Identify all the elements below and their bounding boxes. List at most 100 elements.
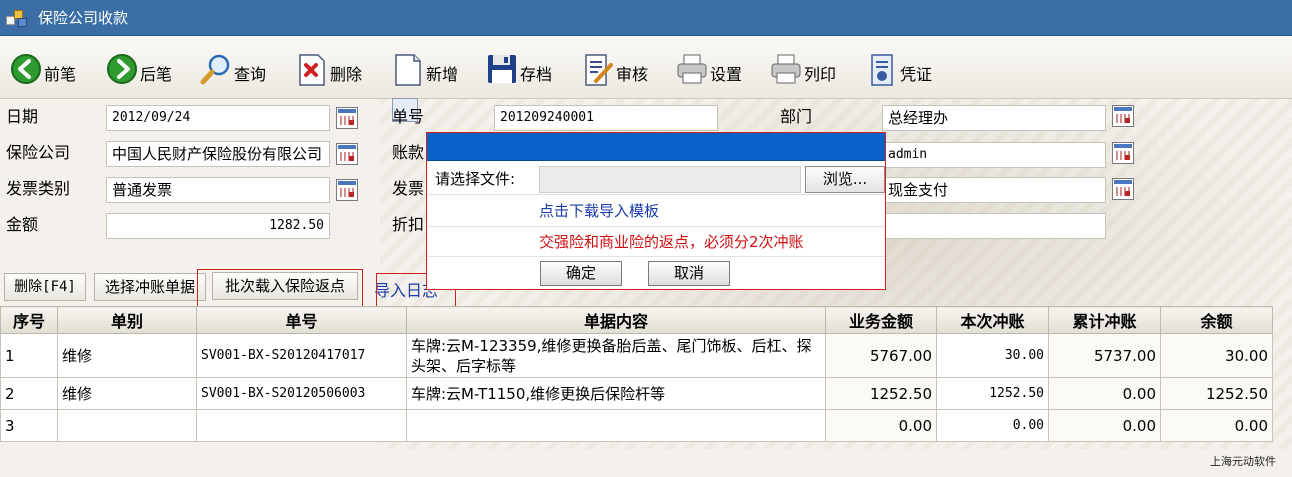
operator-field[interactable]: admin	[882, 142, 1106, 168]
col-header-amount[interactable]: 业务金额	[825, 306, 937, 334]
insurer-lookup-icon[interactable]	[336, 143, 358, 165]
printer-icon	[771, 54, 801, 84]
delete-button[interactable]: 删除	[296, 47, 362, 87]
prev-button[interactable]: 前笔	[10, 47, 76, 87]
voucher-button[interactable]: 凭证	[866, 47, 932, 87]
dept-lookup-icon[interactable]	[1112, 105, 1134, 127]
cell-balance[interactable]: 30.00	[1160, 333, 1273, 378]
cell-balance[interactable]: 1252.50	[1160, 377, 1273, 410]
col-header-this-offset[interactable]: 本次冲账	[936, 306, 1049, 334]
new-document-icon	[395, 54, 421, 86]
col-header-no[interactable]: 单号	[196, 306, 407, 334]
invoice-label: 发票	[392, 179, 425, 198]
doc-no-field[interactable]: 201209240001	[494, 105, 718, 131]
query-label: 查询	[234, 65, 267, 84]
select-offset-button[interactable]: 选择冲账单据	[94, 273, 206, 301]
voucher-icon	[871, 54, 893, 86]
cell-type[interactable]: 维修	[57, 333, 197, 378]
batch-load-button[interactable]: 批次载入保险返点	[212, 272, 358, 300]
ok-button[interactable]: 确定	[540, 261, 622, 286]
col-header-balance[interactable]: 余额	[1160, 306, 1273, 334]
query-button[interactable]: 查询	[200, 47, 266, 87]
file-label: 请选择文件:	[435, 170, 516, 188]
payment-method-field[interactable]: 现金支付	[882, 177, 1106, 203]
add-label: 新增	[426, 65, 459, 84]
delete-f4-button[interactable]: 删除[F4]	[4, 273, 86, 301]
invoice-type-field[interactable]: 普通发票	[106, 177, 330, 203]
print-button[interactable]: 列印	[770, 47, 836, 87]
browse-button[interactable]: 浏览...	[805, 166, 885, 193]
magnifier-icon	[200, 54, 230, 85]
invoice-type-lookup-icon[interactable]	[336, 179, 358, 201]
arrow-left-icon	[11, 54, 41, 84]
invoice-type-label: 发票类别	[6, 179, 71, 198]
next-label: 后笔	[140, 65, 173, 84]
cell-content[interactable]: 车牌:云M-T1150,维修更换后保险杆等	[406, 377, 826, 410]
cell-balance[interactable]: 0.00	[1160, 409, 1273, 442]
arrow-right-icon	[107, 54, 137, 84]
cell-this-offset[interactable]: 30.00	[936, 333, 1049, 378]
settings-button[interactable]: 设置	[676, 47, 742, 87]
cell-content[interactable]	[406, 409, 826, 442]
cell-this-offset[interactable]: 1252.50	[936, 377, 1049, 410]
cell-total-offset[interactable]: 5737.00	[1048, 333, 1161, 378]
cell-total-offset[interactable]: 0.00	[1048, 377, 1161, 410]
next-button[interactable]: 后笔	[106, 47, 172, 87]
date-field[interactable]: 2012/09/24	[106, 105, 330, 131]
download-template-link[interactable]: 点击下载导入模板	[539, 201, 659, 221]
toolbar: 前笔 后笔 查询 删除 新增 存档 审核 设置 列印 凭证	[0, 37, 1292, 99]
cell-content[interactable]: 车牌:云M-123359,维修更换备胎后盖、尾门饰板、后杠、探头架、后字标等	[406, 333, 826, 378]
cell-seq[interactable]: 2	[0, 377, 58, 410]
discount-label: 折扣	[392, 215, 425, 234]
offset-grid: 序号 单别 单号 单据内容 业务金额 本次冲账 累计冲账 余额 1 维修 SV0…	[0, 306, 1292, 442]
cell-seq[interactable]: 3	[0, 409, 58, 442]
dept-field[interactable]: 总经理办	[882, 105, 1106, 131]
cell-no[interactable]: SV001-BX-S20120506003	[196, 377, 407, 410]
window-title: 保险公司收款	[38, 9, 129, 27]
dept-label: 部门	[780, 107, 813, 126]
table-row[interactable]: 1 维修 SV001-BX-S20120417017 车牌:云M-123359,…	[0, 333, 1273, 378]
col-header-content[interactable]: 单据内容	[406, 306, 826, 334]
date-calendar-icon[interactable]	[336, 107, 358, 129]
col-header-total-offset[interactable]: 累计冲账	[1048, 306, 1161, 334]
cell-type[interactable]: 维修	[57, 377, 197, 410]
approve-document-icon	[585, 54, 613, 86]
cell-this-offset[interactable]: 0.00	[936, 409, 1049, 442]
cell-type[interactable]	[57, 409, 197, 442]
add-button[interactable]: 新增	[392, 47, 458, 87]
doc-no-label: 单号	[392, 107, 425, 126]
operator-lookup-icon[interactable]	[1112, 142, 1134, 164]
title-bar: 保险公司收款	[0, 0, 1292, 36]
save-button[interactable]: 存档	[486, 47, 552, 87]
cancel-button[interactable]: 取消	[648, 261, 730, 286]
cell-amount[interactable]: 5767.00	[825, 333, 937, 378]
col-header-type[interactable]: 单别	[57, 306, 197, 334]
delete-label: 删除	[330, 65, 363, 84]
insurer-field[interactable]: 中国人民财产保险股份有限公司	[106, 141, 330, 167]
delete-document-icon	[299, 54, 325, 86]
cell-amount[interactable]: 1252.50	[825, 377, 937, 410]
printer-settings-icon	[677, 54, 707, 84]
cell-amount[interactable]: 0.00	[825, 409, 937, 442]
account-label: 账款	[392, 143, 425, 162]
amount-label: 金额	[6, 215, 39, 234]
table-row[interactable]: 2 维修 SV001-BX-S20120506003 车牌:云M-T1150,维…	[0, 377, 1273, 410]
settings-label: 设置	[710, 65, 743, 84]
cell-no[interactable]: SV001-BX-S20120417017	[196, 333, 407, 378]
date-label: 日期	[6, 107, 39, 126]
cell-seq[interactable]: 1	[0, 333, 58, 378]
amount-field[interactable]: 1282.50	[106, 213, 330, 239]
col-header-seq[interactable]: 序号	[0, 306, 58, 334]
app-icon	[6, 9, 28, 27]
cell-no[interactable]	[196, 409, 407, 442]
file-path-input[interactable]	[539, 166, 801, 193]
grid-header-row: 序号 单别 单号 单据内容 业务金额 本次冲账 累计冲账 余额	[0, 306, 1273, 334]
table-row[interactable]: 3 0.00 0.00 0.00 0.00	[0, 409, 1273, 442]
save-label: 存档	[520, 65, 553, 84]
dialog-header[interactable]	[427, 133, 885, 161]
review-button[interactable]: 审核	[582, 47, 648, 87]
payment-lookup-icon[interactable]	[1112, 178, 1134, 200]
remark-field[interactable]	[882, 213, 1106, 239]
footer-brand: 上海元动软件	[1210, 455, 1276, 468]
cell-total-offset[interactable]: 0.00	[1048, 409, 1161, 442]
